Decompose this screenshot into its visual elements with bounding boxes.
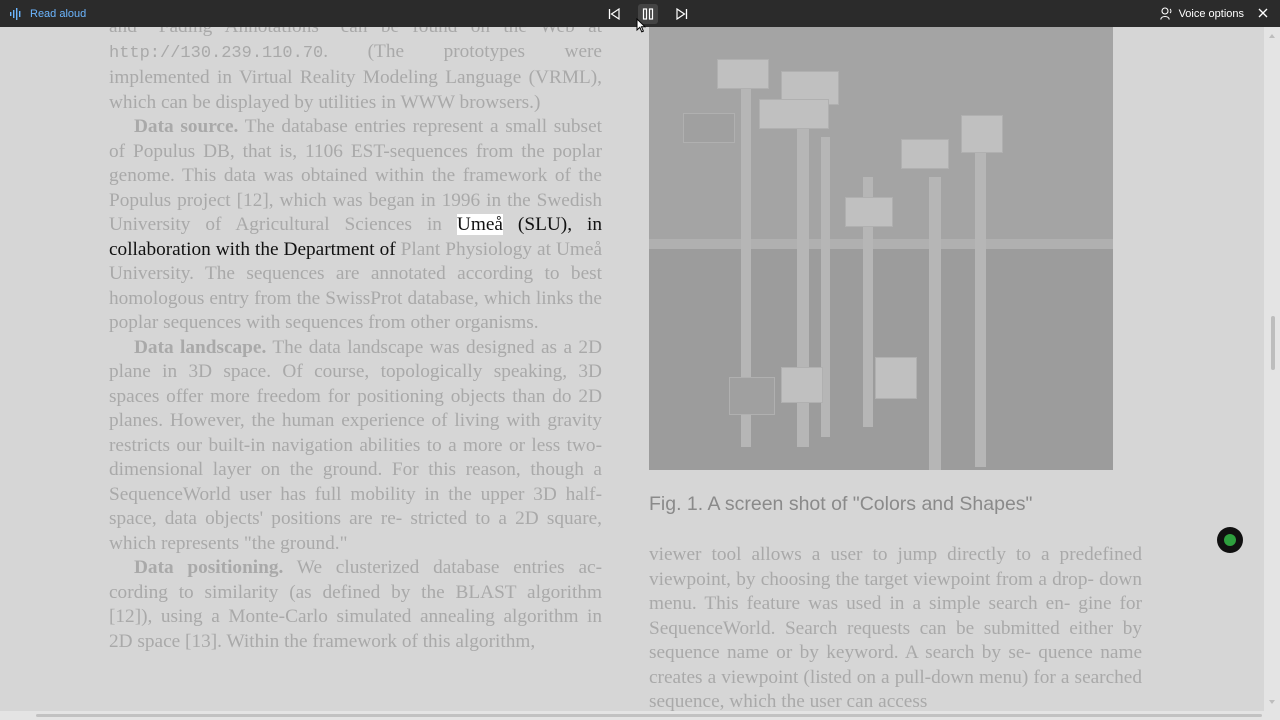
read-aloud-label: Read aloud: [30, 7, 87, 20]
current-word-highlight: Umeå: [456, 214, 503, 235]
figure-box: [781, 367, 823, 403]
web-address-link[interactable]: http://130.239.110.70: [109, 44, 323, 63]
text-span: and “Fading Annotations” can be found on…: [109, 27, 602, 37]
figure-pole: [975, 147, 986, 467]
figure-box: [683, 113, 735, 143]
vertical-scroll-thumb[interactable]: [1271, 316, 1275, 370]
figure-box: [875, 357, 917, 399]
left-column: and “Fading Annotations” can be found on…: [109, 27, 602, 654]
playback-controls: [604, 0, 692, 27]
paragraph-data-positioning: Data positioning. We clusterized databas…: [109, 556, 602, 654]
voice-person-icon: [1159, 7, 1172, 20]
paragraph-data-landscape: Data landscape. The data landscape was d…: [109, 336, 602, 557]
skip-next-icon: [676, 7, 688, 20]
previous-paragraph-button[interactable]: [604, 4, 624, 24]
horizontal-scroll-thumb[interactable]: [36, 714, 1262, 717]
figure-caption: Fig. 1. A screen shot of "Colors and Sha…: [649, 493, 1033, 515]
figure-box: [717, 59, 769, 89]
paragraph-data-source: Data source. The database entries repres…: [109, 115, 602, 336]
figure-ground: [649, 239, 1113, 470]
figure-box: [845, 197, 893, 227]
skip-previous-icon: [608, 7, 620, 20]
paragraph-heading: Data source.: [134, 116, 239, 137]
next-paragraph-button[interactable]: [672, 4, 692, 24]
close-icon[interactable]: [1256, 6, 1270, 20]
figure-box: [729, 377, 775, 415]
assistant-icon: [1224, 534, 1236, 546]
scroll-down-arrow-icon[interactable]: [1264, 695, 1280, 709]
figure-box: [961, 115, 1003, 153]
figure-screenshot: [649, 27, 1113, 470]
read-aloud-button[interactable]: Read aloud: [10, 0, 86, 27]
paragraph-heading: Data landscape.: [134, 336, 267, 358]
right-column: viewer tool allows a user to jump direct…: [649, 543, 1142, 711]
mouse-pointer-icon: [636, 18, 646, 33]
voice-options-label: Voice options: [1178, 7, 1244, 20]
document-page: and “Fading Annotations” can be found on…: [0, 27, 1264, 711]
figure-pole: [929, 177, 941, 470]
floating-assistant-button[interactable]: [1217, 527, 1243, 553]
figure-box: [901, 139, 949, 169]
audio-wave-icon: [10, 7, 21, 20]
voice-options-button[interactable]: Voice options: [1159, 0, 1244, 27]
paragraph-heading: Data positioning.: [134, 557, 284, 578]
text-span: The data landscape was designed as a 2D …: [109, 336, 602, 554]
paragraph-viewer-tool: viewer tool allows a user to jump direct…: [649, 544, 1142, 711]
scroll-up-arrow-icon[interactable]: [1264, 29, 1280, 43]
figure-horizon: [649, 239, 1113, 249]
paragraph-web-link: and “Fading Annotations” can be found on…: [109, 27, 602, 115]
figure-box: [759, 99, 829, 129]
